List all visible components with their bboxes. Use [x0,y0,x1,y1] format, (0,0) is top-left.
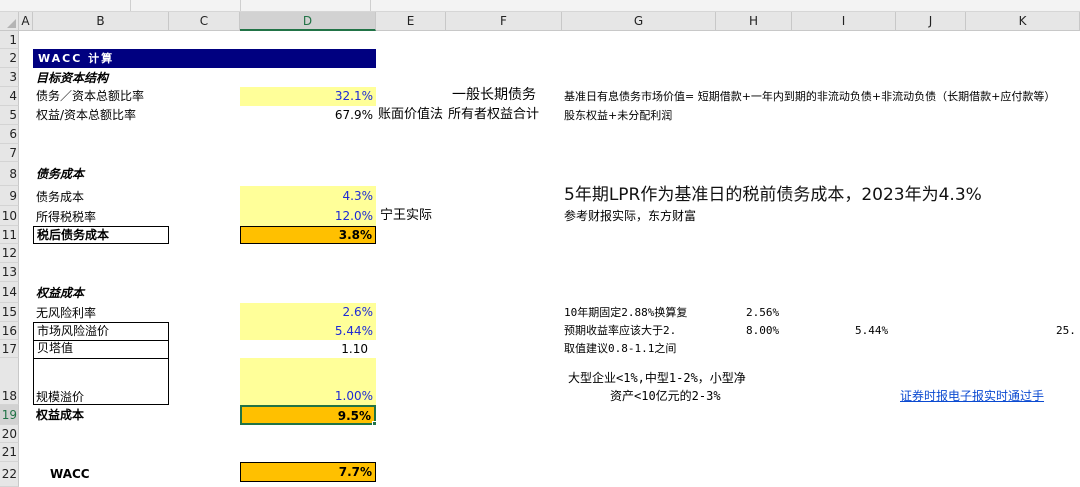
row-header-17[interactable]: 17 [0,340,19,358]
row-header-22[interactable]: 22 [0,462,19,487]
row-header-18[interactable]: 18 [0,358,19,405]
row-header-13[interactable]: 13 [0,263,19,282]
row-header-2[interactable]: 2 [0,49,19,68]
column-header-k[interactable]: K [966,12,1080,31]
note-g16[interactable]: 预期收益率应该大于2. [564,323,716,339]
column-header-j[interactable]: J [896,12,966,31]
column-header-g[interactable]: G [562,12,716,31]
debt-ratio-value[interactable]: 32.1% [240,87,376,106]
column-header-f[interactable]: F [446,12,562,31]
row-header-21[interactable]: 21 [0,443,19,462]
wacc-title[interactable]: WACC 计算 [33,49,376,68]
row-header-3[interactable]: 3 [0,68,19,87]
equity-ratio-value[interactable]: 67.9% [240,106,376,125]
note-f4[interactable]: 一般长期债务 [452,86,536,105]
row-header-15[interactable]: 15 [0,303,19,322]
equity-cost-label[interactable]: 权益成本 [36,407,84,423]
note-g5[interactable]: 股东权益+未分配利润 [564,108,672,124]
risk-free-label[interactable]: 无风险利率 [36,305,96,321]
row-header-14[interactable]: 14 [0,282,19,303]
wacc-label[interactable]: WACC [50,466,90,482]
target-capital-structure-heading[interactable]: 目标资本结构 [36,70,108,86]
hyperlink-j19[interactable]: 证券时报电子报实时通过手 [900,388,1044,404]
after-tax-debt-label[interactable]: 税后债务成本 [33,226,169,244]
column-header-d[interactable]: D [240,12,376,31]
column-header-e[interactable]: E [376,12,446,31]
note-h16[interactable]: 8.00% [746,323,779,339]
row-header-20[interactable]: 20 [0,425,19,443]
row-header-1[interactable]: 1 [0,31,19,49]
spreadsheet: A B C D E F G H I J K 1 2 3 4 5 6 7 8 9 … [0,0,1080,487]
note-e5[interactable]: 账面价值法 [378,105,446,124]
fill-handle[interactable] [372,421,377,426]
market-premium-label[interactable]: 市场风险溢价 [33,322,169,341]
market-premium-value[interactable]: 5.44% [240,322,376,340]
note-g15[interactable]: 10年期固定2.88%换算复 [564,305,716,321]
note-g17[interactable]: 取值建议0.8-1.1之间 [564,341,676,357]
row-header-11[interactable]: 11 [0,226,19,244]
equity-cost-value-selected[interactable]: 9.5% [240,405,376,425]
note-g10[interactable]: 参考财报实际，东方财富 [564,208,696,224]
equity-cost-heading[interactable]: 权益成本 [36,285,84,301]
wacc-value[interactable]: 7.7% [240,462,376,482]
size-premium-label[interactable]: 规模溢价 [36,389,84,405]
row-header-8[interactable]: 8 [0,162,19,186]
row-header-9[interactable]: 9 [0,186,19,206]
row-header-6[interactable]: 6 [0,125,19,144]
column-header-a[interactable]: A [19,12,33,31]
row-header-7[interactable]: 7 [0,144,19,162]
note-g4[interactable]: 基准日有息债务市场价值= 短期借款+一年内到期的非流动负债+非流动负债（长期借款… [564,89,1055,105]
note-k16[interactable]: 25. [1056,323,1076,339]
row-header-19[interactable]: 19 [0,405,19,425]
debt-cost-value[interactable]: 4.3% [240,186,376,206]
note-h15[interactable]: 2.56% [746,305,779,321]
note-f5[interactable]: 所有者权益合计 [448,105,539,124]
column-header-h[interactable]: H [716,12,792,31]
tax-rate-label[interactable]: 所得税税率 [36,209,96,225]
beta-value[interactable]: 1.10 [240,341,376,357]
toolbar-strip [0,0,1080,12]
select-all-corner[interactable] [0,12,19,31]
column-header-b[interactable]: B [33,12,169,31]
equity-ratio-label[interactable]: 权益/资本总额比率 [36,107,136,123]
row-header-12[interactable]: 12 [0,244,19,263]
column-header-c[interactable]: C [169,12,240,31]
risk-free-value[interactable]: 2.6% [240,303,376,322]
note-i16[interactable]: 5.44% [855,323,888,339]
debt-cost-label[interactable]: 债务成本 [36,189,84,205]
row-header-5[interactable]: 5 [0,106,19,125]
row-header-4[interactable]: 4 [0,87,19,106]
debt-cost-heading[interactable]: 债务成本 [36,166,84,182]
debt-ratio-label[interactable]: 债务／资本总额比率 [36,88,144,104]
note-g18-line2[interactable]: 资产<10亿元的2-3% [610,388,721,404]
note-g18-line1[interactable]: 大型企业<1%,中型1-2%，小型净 [568,370,746,386]
after-tax-debt-value[interactable]: 3.8% [240,226,376,244]
column-header-i[interactable]: I [792,12,896,31]
row-header-10[interactable]: 10 [0,206,19,226]
size-premium-value[interactable]: 1.00% [240,358,376,405]
row-header-16[interactable]: 16 [0,322,19,340]
note-e10[interactable]: 宁王实际 [380,207,432,225]
note-g9[interactable]: 5年期LPR作为基准日的税前债务成本，2023年为4.3% [564,184,982,206]
tax-rate-value[interactable]: 12.0% [240,206,376,226]
beta-label[interactable]: 贝塔值 [33,340,169,358]
